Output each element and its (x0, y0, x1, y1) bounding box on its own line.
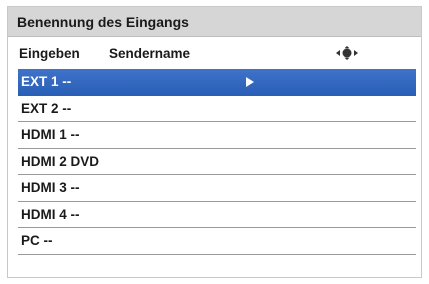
input-label: HDMI 3 -- (21, 180, 80, 195)
input-row-hdmi1[interactable]: HDMI 1 -- (18, 122, 416, 149)
header-station-name-label: Sendername (109, 46, 191, 61)
input-list: EXT 1 -- EXT 2 -- HDMI 1 -- HDMI 2 DVD H… (18, 69, 416, 255)
dialog-title: Benennung des Eingangs (8, 7, 421, 37)
input-label: HDMI 4 -- (21, 206, 80, 222)
input-label: HDMI 1 -- (21, 127, 80, 142)
input-row-ext1[interactable]: EXT 1 -- (18, 69, 416, 96)
column-header: Eingeben Sendername (18, 43, 414, 67)
input-label: HDMI 2 DVD (21, 153, 100, 169)
input-label: EXT 1 -- (21, 74, 72, 89)
header-enter-label: Eingeben (19, 46, 80, 61)
input-row-hdmi2[interactable]: HDMI 2 DVD (18, 149, 416, 175)
input-naming-dialog: Benennung des Eingangs Eingeben Senderna… (7, 6, 422, 278)
input-row-ext2[interactable]: EXT 2 -- (18, 96, 416, 122)
navigation-pad-icon (336, 46, 358, 60)
input-row-pc[interactable]: PC -- (18, 228, 416, 255)
input-row-hdmi3[interactable]: HDMI 3 -- (18, 175, 416, 202)
input-label: EXT 2 -- (21, 100, 72, 116)
input-row-hdmi4[interactable]: HDMI 4 -- (18, 202, 416, 228)
right-arrow-icon (246, 77, 254, 87)
input-label: PC -- (21, 233, 53, 248)
